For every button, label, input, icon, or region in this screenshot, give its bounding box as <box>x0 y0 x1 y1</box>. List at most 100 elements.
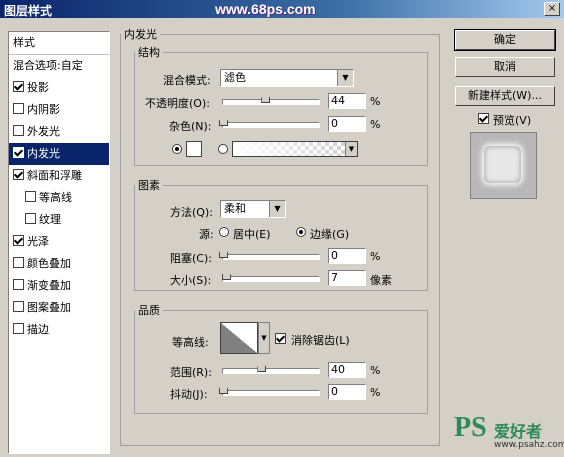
jitter-input[interactable]: 0 <box>328 384 366 400</box>
sidebar-item[interactable]: 颜色叠加 <box>9 253 109 275</box>
range-input[interactable]: 40 <box>328 362 366 378</box>
opacity-input[interactable]: 44 <box>328 93 366 109</box>
sidebar-item-label: 颜色叠加 <box>27 257 71 270</box>
ok-button[interactable]: 确定 <box>454 29 556 51</box>
contour-preview[interactable] <box>220 322 258 354</box>
sidebar-item[interactable]: 斜面和浮雕 <box>9 165 109 187</box>
preview-label[interactable]: 预览(V) <box>493 112 531 128</box>
technique-select[interactable]: 柔和 ▼ <box>220 200 286 218</box>
sidebar-item[interactable]: 渐变叠加 <box>9 275 109 297</box>
style-preview <box>470 132 537 199</box>
sidebar-item[interactable]: 纹理 <box>9 209 109 231</box>
structure-legend: 结构 <box>138 46 160 59</box>
sidebar-item-label: 纹理 <box>39 213 61 226</box>
window-title: 图层样式 <box>4 4 53 18</box>
preview-checkbox[interactable] <box>478 113 489 124</box>
contour-label: 等高线: <box>172 336 209 349</box>
cancel-button[interactable]: 取消 <box>455 57 555 77</box>
chevron-down-icon: ▼ <box>337 70 353 86</box>
sidebar-item-checkbox[interactable] <box>13 147 24 158</box>
panel-title: 内发光 <box>124 28 157 41</box>
sidebar-item-checkbox[interactable] <box>13 103 24 114</box>
source-edge-label[interactable]: 边缘(G) <box>310 226 349 242</box>
blend-options-item[interactable]: 混合选项:自定 <box>9 55 109 77</box>
sidebar-item-label: 外发光 <box>27 125 60 138</box>
range-unit: % <box>370 364 381 377</box>
chevron-down-icon[interactable]: ▼ <box>258 322 270 354</box>
sidebar-item-label: 内发光 <box>27 147 60 160</box>
choke-input[interactable]: 0 <box>328 248 366 264</box>
sidebar-item-checkbox[interactable] <box>13 257 24 268</box>
technique-label: 方法(Q): <box>170 206 213 219</box>
sidebar-item-checkbox[interactable] <box>13 323 24 334</box>
style-list: 样式 混合选项:自定 投影内阴影外发光内发光斜面和浮雕等高线纹理光泽颜色叠加渐变… <box>8 31 110 454</box>
sidebar-item-label: 图案叠加 <box>27 301 71 314</box>
sidebar-item-label: 描边 <box>27 323 49 336</box>
choke-unit: % <box>370 250 381 263</box>
size-slider[interactable] <box>221 271 320 282</box>
sidebar-item[interactable]: 内发光 <box>9 143 109 165</box>
sidebar-item-checkbox[interactable] <box>13 301 24 312</box>
opacity-slider[interactable] <box>222 94 320 105</box>
glow-color-swatch[interactable] <box>186 141 202 157</box>
sidebar-item-label: 投影 <box>27 81 49 94</box>
sidebar-item-checkbox[interactable] <box>13 235 24 246</box>
sidebar-item-checkbox[interactable] <box>13 125 24 136</box>
sidebar-item[interactable]: 等高线 <box>9 187 109 209</box>
size-input[interactable]: 7 <box>328 270 366 286</box>
sidebar-item-label: 渐变叠加 <box>27 279 71 292</box>
close-button[interactable]: × <box>544 2 560 16</box>
blend-mode-select[interactable]: 滤色 ▼ <box>220 69 354 87</box>
sidebar-item[interactable]: 光泽 <box>9 231 109 253</box>
sidebar-item-label: 斜面和浮雕 <box>27 169 82 182</box>
gradient-picker[interactable]: ▼ <box>232 141 358 157</box>
sidebar-item[interactable]: 内阴影 <box>9 99 109 121</box>
color-radio[interactable] <box>172 144 182 154</box>
elements-legend: 图素 <box>138 179 160 192</box>
size-label: 大小(S): <box>170 274 212 287</box>
sidebar-item-checkbox[interactable] <box>13 81 24 92</box>
source-label: 源: <box>199 228 214 241</box>
range-slider[interactable] <box>222 363 320 374</box>
source-center-label[interactable]: 居中(E) <box>233 226 271 242</box>
noise-slider[interactable] <box>219 117 320 128</box>
sidebar-item-checkbox[interactable] <box>13 279 24 290</box>
watermark-url: www.psahz.com <box>494 440 564 450</box>
sidebar-item[interactable]: 图案叠加 <box>9 297 109 319</box>
noise-input[interactable]: 0 <box>328 116 366 132</box>
sidebar-item-checkbox[interactable] <box>25 191 36 202</box>
watermark-top: www.68ps.com <box>215 1 316 17</box>
sidebar-item[interactable]: 投影 <box>9 77 109 99</box>
sidebar-item-checkbox[interactable] <box>13 169 24 180</box>
size-unit: 像素 <box>370 274 392 287</box>
sidebar-item[interactable]: 描边 <box>9 319 109 341</box>
technique-value: 柔和 <box>224 202 246 215</box>
opacity-label: 不透明度(O): <box>145 97 210 110</box>
styles-header[interactable]: 样式 <box>9 32 109 55</box>
choke-label: 阻塞(C): <box>170 252 212 265</box>
jitter-slider[interactable] <box>219 385 320 396</box>
choke-slider[interactable] <box>219 249 320 260</box>
antialias-checkbox[interactable] <box>275 333 286 344</box>
chevron-down-icon: ▼ <box>345 142 357 156</box>
antialias-label[interactable]: 消除锯齿(L) <box>291 332 350 348</box>
sidebar-item-label: 光泽 <box>27 235 49 248</box>
chevron-down-icon: ▼ <box>269 201 285 217</box>
watermark-bottom: PS 爱好者 www.psahz.com <box>450 412 564 452</box>
sidebar-item-checkbox[interactable] <box>25 213 36 224</box>
jitter-unit: % <box>370 386 381 399</box>
watermark-logo: PS <box>454 412 487 443</box>
blend-mode-value: 滤色 <box>224 71 246 84</box>
sidebar-item[interactable]: 外发光 <box>9 121 109 143</box>
range-label: 范围(R): <box>170 366 212 379</box>
source-center-radio[interactable] <box>219 227 229 237</box>
jitter-label: 抖动(J): <box>170 388 208 401</box>
sidebar-item-label: 内阴影 <box>27 103 60 116</box>
preview-swatch <box>484 146 521 183</box>
gradient-radio[interactable] <box>218 144 228 154</box>
watermark-text: 爱好者 <box>494 422 543 441</box>
source-edge-radio[interactable] <box>296 227 306 237</box>
new-style-button[interactable]: 新建样式(W)... <box>455 86 555 106</box>
noise-unit: % <box>370 118 381 131</box>
blend-mode-label: 混合模式: <box>163 74 211 87</box>
